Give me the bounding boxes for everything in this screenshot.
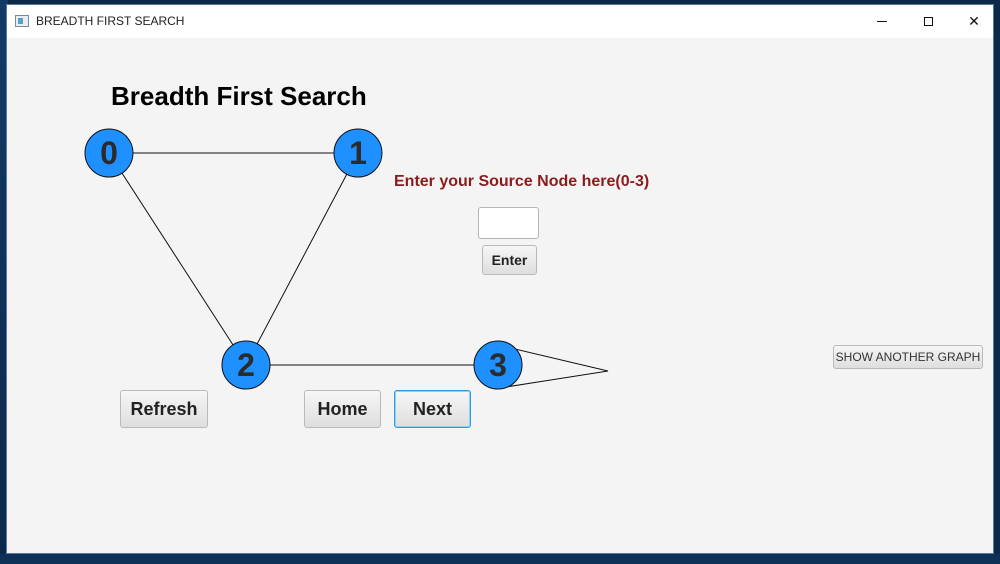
graph-node-label: 2 <box>237 347 255 383</box>
graph-node-3: 3 <box>473 340 523 390</box>
close-button[interactable]: ✕ <box>951 5 997 38</box>
minimize-icon <box>877 21 887 22</box>
home-button[interactable]: Home <box>304 390 381 428</box>
next-button[interactable]: Next <box>394 390 471 428</box>
show-another-graph-button[interactable]: SHOW ANOTHER GRAPH <box>833 345 983 369</box>
graph-node-2: 2 <box>221 340 271 390</box>
graph-canvas: 0 1 2 3 <box>84 128 609 390</box>
graph-node-label: 1 <box>349 135 367 171</box>
refresh-button[interactable]: Refresh <box>120 390 208 428</box>
taskbar-edge <box>0 554 1000 564</box>
graph-node-label: 0 <box>100 135 118 171</box>
title-bar[interactable]: BREADTH FIRST SEARCH ✕ <box>7 5 993 38</box>
source-node-prompt: Enter your Source Node here(0-3) <box>394 173 650 190</box>
graph-node-label: 3 <box>489 347 507 383</box>
graph-node-1: 1 <box>333 128 383 178</box>
source-node-input[interactable] <box>478 207 539 239</box>
maximize-button[interactable] <box>905 5 951 38</box>
graph-edge-1-2 <box>245 152 359 366</box>
close-icon: ✕ <box>968 13 980 29</box>
graph-edge-0-2 <box>108 152 247 366</box>
client-area: Breadth First Search 0123 Enter your Sou… <box>7 38 993 553</box>
graph-nodes: 0 1 2 3 <box>84 128 523 390</box>
app-icon <box>15 15 29 27</box>
window-title: BREADTH FIRST SEARCH <box>36 14 185 28</box>
enter-button[interactable]: Enter <box>482 245 537 275</box>
graph-node-0: 0 <box>84 128 134 178</box>
app-window: BREADTH FIRST SEARCH ✕ Breadth First Sea… <box>6 4 994 554</box>
minimize-button[interactable] <box>859 5 905 38</box>
maximize-icon <box>923 17 933 26</box>
